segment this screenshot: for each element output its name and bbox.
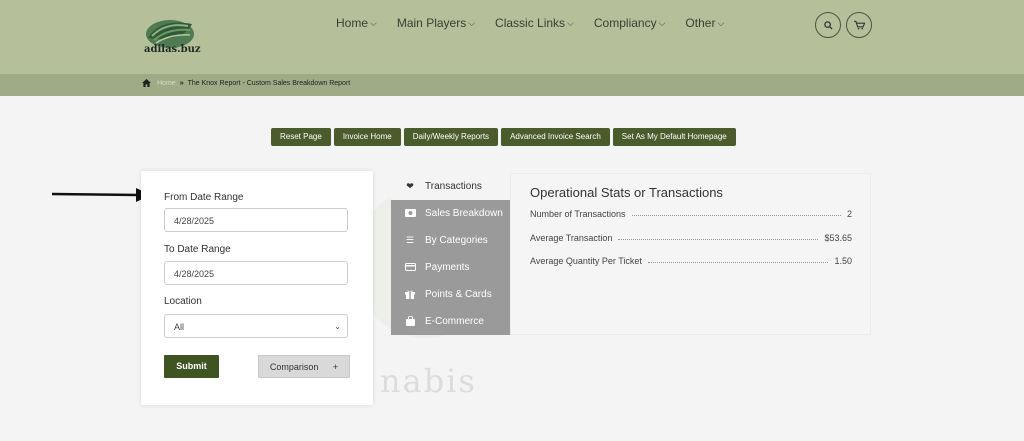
search-icon xyxy=(823,20,833,30)
breadcrumb-home[interactable]: Home xyxy=(157,80,176,87)
invoice-home-button[interactable]: Invoice Home xyxy=(333,128,401,146)
advanced-invoice-search-button[interactable]: Advanced Invoice Search xyxy=(501,128,610,146)
tab-payments[interactable]: Payments xyxy=(391,254,510,281)
cart-icon xyxy=(853,20,865,30)
reset-page-button[interactable]: Reset Page xyxy=(271,128,331,146)
home-icon[interactable] xyxy=(142,79,151,87)
action-toolbar: Reset Page Invoice Home Daily/Weekly Rep… xyxy=(271,128,736,146)
breadcrumb-bar: Home » The Knox Report - Custom Sales Br… xyxy=(0,74,1024,96)
main-nav: Home ⌵ Main Players ⌵ Classic Links ⌵ Compl… xyxy=(336,16,744,30)
credit-card-icon xyxy=(404,262,416,273)
chevron-down-icon: ⌵ xyxy=(370,17,377,28)
nav-compliancy[interactable]: Compliancy ⌵ xyxy=(594,16,666,30)
chevron-down-icon: ⌵ xyxy=(658,17,666,28)
tab-by-categories[interactable]: ☰ By Categories xyxy=(391,227,510,254)
stat-row: Number of Transactions 2 xyxy=(530,209,852,219)
logo-text[interactable]: adilas.buz xyxy=(144,44,201,55)
daily-weekly-reports-button[interactable]: Daily/Weekly Reports xyxy=(403,128,499,146)
panel-title: Operational Stats or Transactions xyxy=(530,185,723,200)
double-chevron-right-icon: » xyxy=(179,79,184,87)
tab-sales-breakdown[interactable]: Sales Breakdown xyxy=(391,200,510,227)
tab-e-commerce[interactable]: E-Commerce xyxy=(391,308,510,335)
cart-button[interactable] xyxy=(846,12,872,38)
location-select[interactable]: All ⌄ xyxy=(164,314,348,338)
breadcrumb-current: The Knox Report - Custom Sales Breakdown… xyxy=(187,79,351,87)
stat-row: Average Transaction $53.65 xyxy=(530,233,852,243)
date-range-form: From Date Range 4/28/2025 To Date Range … xyxy=(141,171,373,405)
annotation-arrow-icon xyxy=(52,188,151,202)
breadcrumb: Home » The Knox Report - Custom Sales Br… xyxy=(142,79,350,87)
from-date-input[interactable]: 4/28/2025 xyxy=(164,208,348,232)
search-button[interactable] xyxy=(815,12,841,38)
report-tabs: ❤ Transactions Sales Breakdown ☰ By Cate… xyxy=(391,173,510,335)
nav-home[interactable]: Home ⌵ xyxy=(336,16,377,30)
tab-points-cards[interactable]: Points & Cards xyxy=(391,281,510,308)
money-icon xyxy=(404,208,416,219)
submit-button[interactable]: Submit xyxy=(164,355,219,378)
from-date-label: From Date Range xyxy=(164,192,244,203)
location-label: Location xyxy=(164,296,202,307)
watermark-text: nabis xyxy=(380,362,477,400)
set-default-homepage-button[interactable]: Set As My Default Homepage xyxy=(612,128,736,146)
shopping-bag-icon xyxy=(404,315,416,328)
chevron-down-icon: ⌄ xyxy=(334,322,341,331)
site-header: adilas.buz Home ⌵ Main Players ⌵ Classic L… xyxy=(0,0,1024,74)
chevron-down-icon: ⌵ xyxy=(717,17,725,28)
stats-panel: Operational Stats or Transactions Number… xyxy=(510,173,871,335)
stat-row: Average Quantity Per Ticket 1.50 xyxy=(530,256,852,266)
gift-icon xyxy=(404,289,416,301)
comparison-button[interactable]: Comparison + xyxy=(258,355,350,378)
tab-transactions[interactable]: ❤ Transactions xyxy=(391,173,510,200)
heartbeat-icon: ❤ xyxy=(406,181,414,191)
chevron-down-icon: ⌵ xyxy=(468,17,476,28)
chevron-down-icon: ⌵ xyxy=(567,17,574,28)
to-date-label: To Date Range xyxy=(164,244,231,255)
nav-other[interactable]: Other ⌵ xyxy=(685,16,724,30)
to-date-input[interactable]: 4/28/2025 xyxy=(164,261,348,285)
nav-classic-links[interactable]: Classic Links ⌵ xyxy=(495,16,574,30)
list-icon: ☰ xyxy=(405,235,415,245)
plus-icon: + xyxy=(332,362,339,372)
nav-main-players[interactable]: Main Players ⌵ xyxy=(397,16,475,30)
